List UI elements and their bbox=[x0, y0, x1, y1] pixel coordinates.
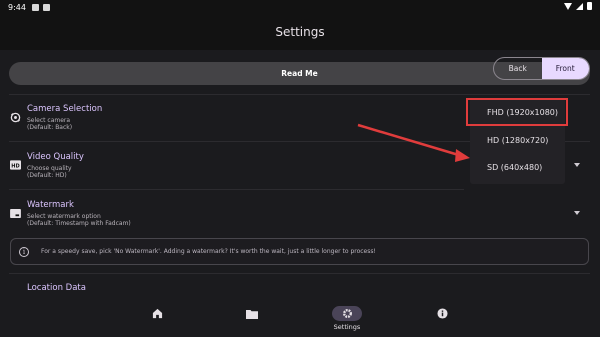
info-note-box: i For a speedy save, pick 'No Watermark'… bbox=[10, 238, 589, 265]
watermark-dropdown-arrow-icon[interactable] bbox=[574, 211, 580, 215]
camera-selection-title: Camera Selection bbox=[27, 104, 103, 114]
app-notification-icon bbox=[42, 3, 50, 11]
camera-front-option[interactable]: Front bbox=[541, 58, 589, 79]
bottom-navigation: Settings bbox=[0, 296, 600, 337]
page-title: Settings bbox=[275, 25, 325, 39]
switch-camera-icon bbox=[10, 112, 21, 123]
video-quality-default: (Default: HD) bbox=[27, 172, 67, 179]
top-app-bar: Settings bbox=[0, 14, 600, 50]
nav-settings[interactable]: Settings bbox=[317, 296, 377, 337]
svg-text:HD: HD bbox=[11, 163, 19, 169]
divider bbox=[9, 94, 590, 95]
home-icon bbox=[142, 306, 172, 321]
annotation-highlight-box bbox=[466, 98, 568, 126]
camera-selection-default: (Default: Back) bbox=[27, 124, 73, 131]
status-time: 9:44 bbox=[8, 2, 26, 12]
info-icon bbox=[427, 306, 457, 321]
menu-item-hd[interactable]: HD (1280x720) bbox=[487, 136, 548, 145]
camera-back-option[interactable]: Back bbox=[494, 58, 542, 79]
gear-icon bbox=[332, 306, 362, 321]
battery-icon bbox=[587, 2, 592, 10]
watermark-icon bbox=[10, 208, 21, 219]
nav-about[interactable] bbox=[412, 296, 472, 337]
nav-home[interactable] bbox=[127, 296, 187, 337]
watermark-default: (Default: Timestamp with Fadcam) bbox=[27, 220, 131, 227]
image-notification-icon bbox=[31, 3, 39, 11]
hd-icon: HD bbox=[10, 159, 21, 170]
video-quality-title: Video Quality bbox=[27, 152, 84, 162]
video-quality-dropdown-arrow-icon[interactable] bbox=[574, 163, 580, 167]
watermark-title: Watermark bbox=[27, 200, 74, 210]
divider bbox=[9, 189, 464, 190]
info-note-text: For a speedy save, pick 'No Watermark'. … bbox=[41, 248, 376, 255]
info-circle-icon: i bbox=[19, 247, 29, 257]
nav-records[interactable] bbox=[222, 296, 282, 337]
location-data-title: Location Data bbox=[27, 283, 86, 293]
status-bar: 9:44 bbox=[0, 0, 600, 14]
wifi-icon bbox=[564, 2, 572, 10]
divider bbox=[9, 273, 590, 274]
menu-item-sd[interactable]: SD (640x480) bbox=[487, 163, 542, 172]
camera-segmented-control: Back Front bbox=[493, 57, 590, 80]
nav-settings-label: Settings bbox=[333, 323, 361, 331]
signal-icon bbox=[576, 2, 583, 10]
folder-icon bbox=[237, 306, 267, 321]
